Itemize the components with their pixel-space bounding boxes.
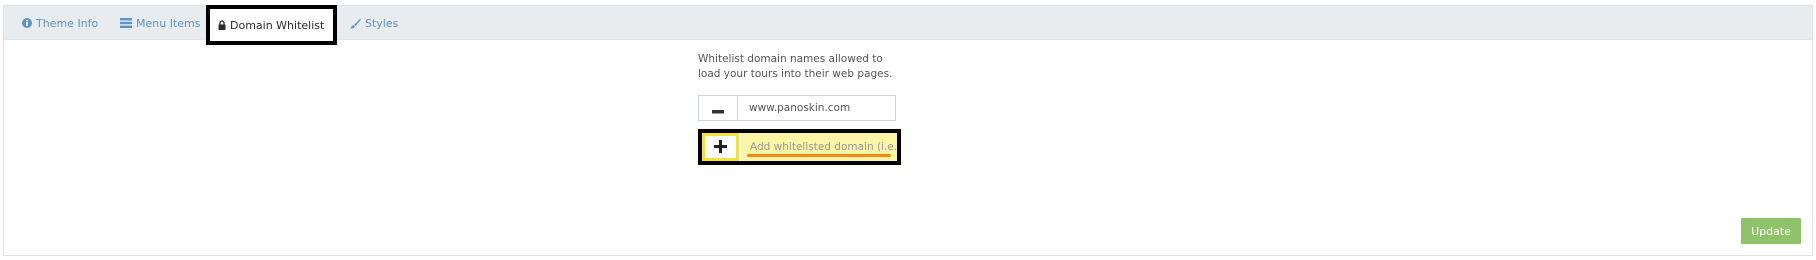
whitelist-domain-row: www.panoskin.com (698, 95, 896, 121)
tab-theme-info[interactable]: Theme Info (16, 6, 104, 40)
tab-theme-info-label: Theme Info (36, 16, 99, 30)
theme-settings-panel: Theme Info Menu Items Domain Whitelist S… (3, 5, 1813, 256)
add-domain-row: Add whitelisted domain (i.e. (698, 129, 901, 165)
highlight-underline (747, 154, 891, 157)
tab-menu-items[interactable]: Menu Items (114, 6, 206, 40)
add-domain-input[interactable]: Add whitelisted domain (i.e. (741, 133, 897, 161)
tab-menu-items-label: Menu Items (136, 16, 201, 30)
tab-styles[interactable]: Styles (344, 6, 404, 40)
remove-domain-button[interactable] (698, 95, 738, 121)
tab-domain-whitelist[interactable]: Domain Whitelist (206, 5, 337, 45)
whitelist-description: Whitelist domain names allowed to load y… (698, 53, 893, 80)
update-button[interactable]: Update (1741, 218, 1801, 244)
lock-icon (218, 20, 226, 30)
brush-icon (350, 18, 361, 29)
tab-styles-label: Styles (365, 16, 399, 30)
info-circle-icon (22, 18, 32, 28)
add-domain-button[interactable] (702, 133, 739, 161)
add-domain-placeholder: Add whitelisted domain (i.e. (750, 141, 897, 153)
tab-domain-whitelist-label: Domain Whitelist (230, 18, 325, 32)
tab-bar: Theme Info Menu Items Domain Whitelist S… (4, 5, 1812, 45)
minus-icon (712, 99, 724, 118)
list-icon (120, 18, 132, 28)
plus-icon (714, 138, 727, 157)
domain-field[interactable]: www.panoskin.com (738, 95, 896, 121)
